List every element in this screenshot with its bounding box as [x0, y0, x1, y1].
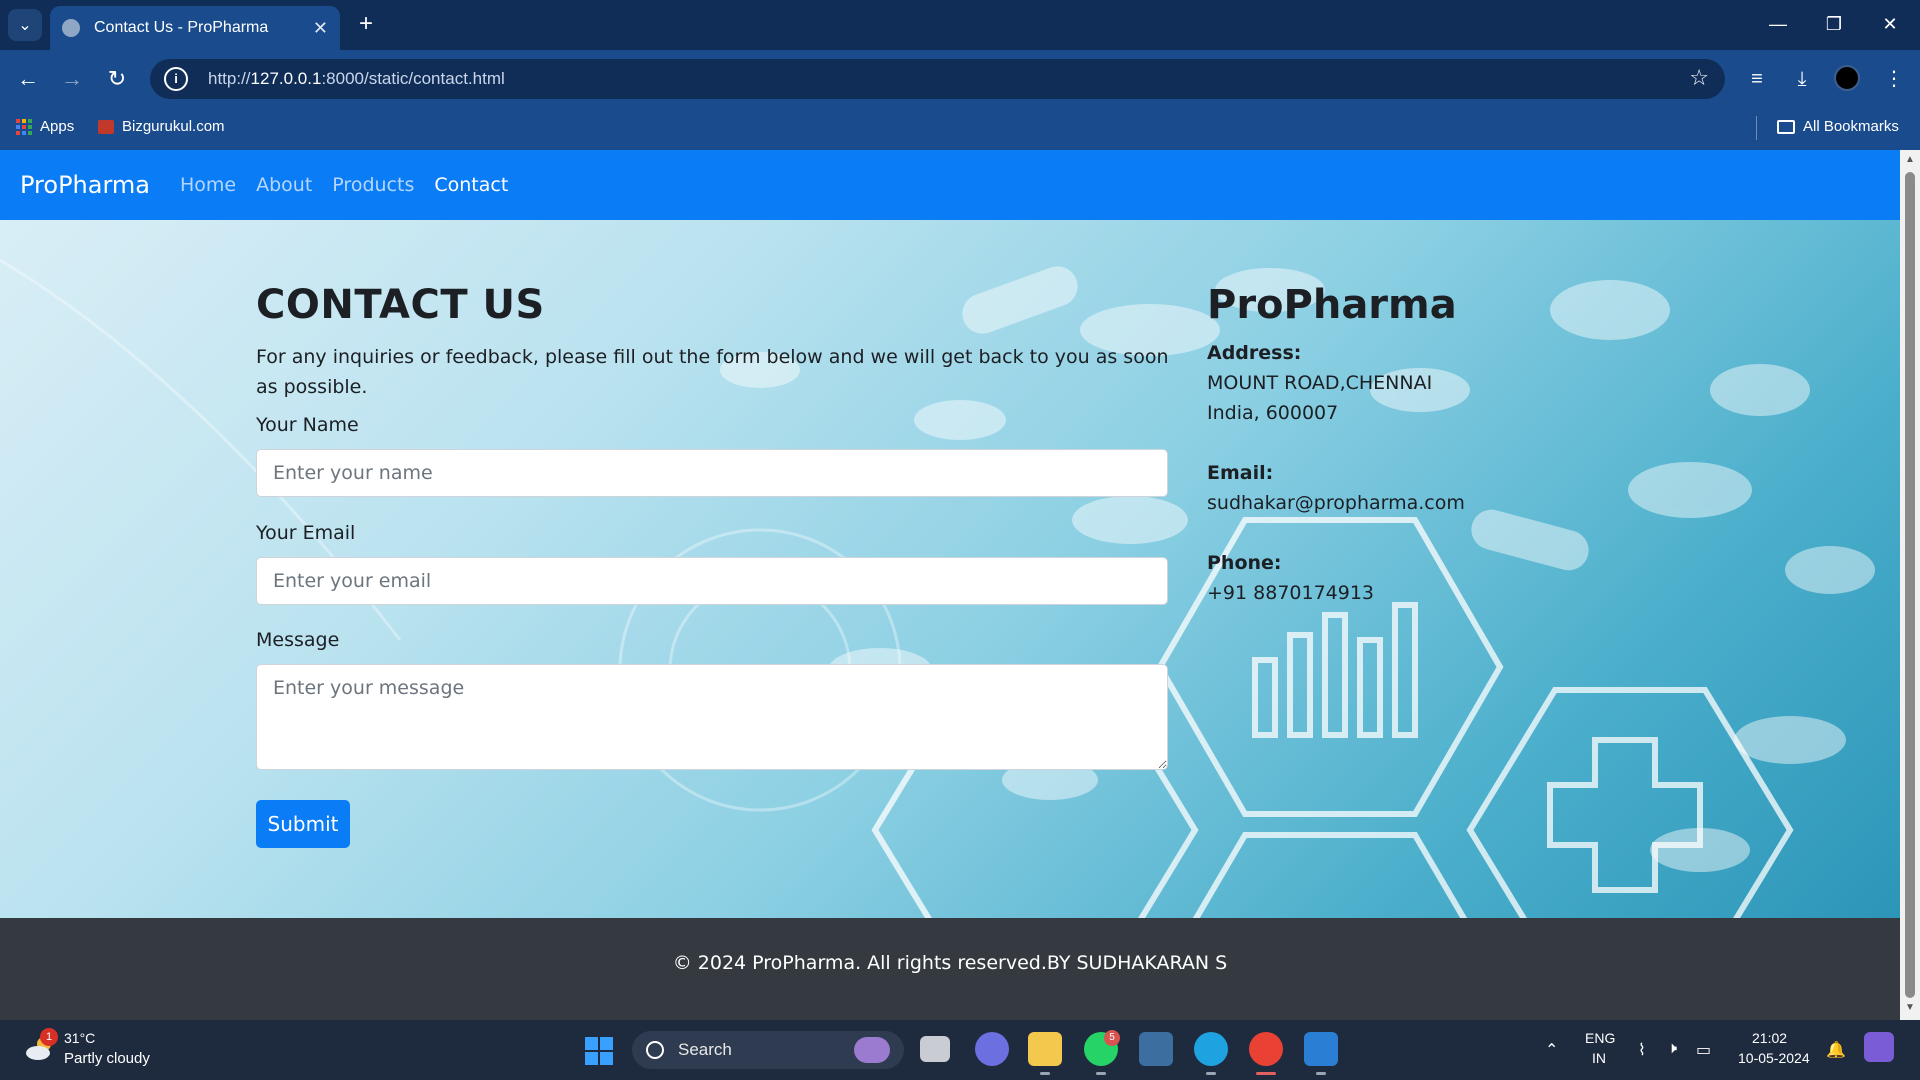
weather-notification-badge: 1 — [40, 1028, 58, 1046]
browser-tab-active[interactable]: Contact Us - ProPharma ✕ — [50, 6, 340, 50]
contact-section: CONTACT US For any inquiries or feedback… — [0, 220, 1900, 918]
vscode-running-indicator — [1316, 1072, 1326, 1075]
more-menu-icon[interactable]: ⋮ — [1878, 63, 1910, 95]
profile-avatar[interactable] — [1834, 65, 1860, 91]
search-icon — [646, 1041, 664, 1059]
phone-value: +91 8870174913 — [1207, 582, 1375, 604]
contact-intro: For any inquiries or feedback, please fi… — [256, 346, 1169, 398]
windows-taskbar: 1 31°C Partly cloudy Search 5 ⌃ ENG IN ⌇… — [0, 1020, 1920, 1080]
globe-icon — [62, 19, 80, 37]
bookmark-bizgurukul[interactable]: Bizgurukul.com — [98, 118, 225, 135]
search-label: Search — [678, 1040, 732, 1059]
chevron-down-icon: ⌄ — [18, 17, 32, 34]
submit-button[interactable]: Submit — [256, 800, 350, 848]
footer-text: © 2024 ProPharma. All rights reserved.BY… — [672, 952, 1228, 974]
window-close-icon[interactable]: ✕ — [1870, 8, 1910, 40]
nav-link-contact[interactable]: Contact — [434, 174, 508, 196]
battery-icon[interactable]: ▭ — [1696, 1040, 1711, 1060]
restore-icon[interactable]: ❐ — [1814, 8, 1854, 40]
whatsapp-running-indicator — [1096, 1072, 1106, 1075]
new-tab-button[interactable]: + — [352, 10, 380, 38]
name-input[interactable] — [256, 449, 1168, 497]
bizgurukul-favicon-icon — [98, 119, 114, 134]
message-label: Message — [256, 629, 340, 651]
search-highlight-icon — [854, 1037, 890, 1063]
volume-muted-icon[interactable]: 🕨 — [1667, 1040, 1677, 1058]
address-label: Address: — [1207, 342, 1302, 364]
site-info-icon[interactable]: i — [164, 67, 188, 91]
scroll-thumb[interactable] — [1905, 172, 1915, 998]
download-icon[interactable]: ⤓ — [1786, 63, 1818, 95]
navbar-brand[interactable]: ProPharma — [20, 171, 150, 199]
whatsapp-badge: 5 — [1104, 1030, 1120, 1046]
scroll-up-arrow-icon[interactable]: ▲ — [1904, 154, 1916, 168]
close-icon[interactable]: ✕ — [313, 18, 328, 39]
clock-time[interactable]: 21:02 — [1752, 1030, 1787, 1046]
windows-start-icon[interactable] — [585, 1037, 613, 1065]
name-label: Your Name — [256, 414, 359, 436]
sql-tool-icon[interactable] — [1139, 1032, 1173, 1066]
bookmark-star-icon[interactable]: ☆ — [1689, 65, 1709, 91]
minimize-icon[interactable]: — — [1758, 8, 1798, 40]
taskbar-search[interactable]: Search — [632, 1031, 904, 1069]
chrome-browser-icon[interactable] — [1249, 1032, 1283, 1066]
language-code[interactable]: ENG — [1585, 1030, 1615, 1046]
weather-temperature[interactable]: 31°C — [64, 1030, 95, 1046]
bookmark-apps[interactable]: Apps — [16, 118, 74, 135]
address-bar[interactable]: i http://127.0.0.1:8000/static/contact.h… — [150, 59, 1725, 99]
clock-date[interactable]: 10-05-2024 — [1738, 1050, 1810, 1066]
apps-grid-icon — [16, 118, 32, 135]
chevron-up-icon[interactable]: ⌃ — [1545, 1040, 1558, 1060]
email-label: Your Email — [256, 522, 356, 544]
company-name: ProPharma — [1207, 282, 1457, 328]
message-textarea[interactable] — [256, 664, 1168, 770]
file-explorer-running-indicator — [1040, 1072, 1050, 1075]
browser-tab-strip: ⌄ Contact Us - ProPharma ✕ + — ❐ ✕ — [0, 0, 1920, 50]
chrome-active-indicator — [1256, 1072, 1276, 1075]
page-title: CONTACT US — [256, 282, 545, 328]
reload-icon[interactable]: ↻ — [101, 63, 133, 95]
browser-toolbar: ← → ↻ i http://127.0.0.1:8000/static/con… — [0, 50, 1920, 108]
page-scrollbar[interactable]: ▲ ▼ — [1900, 150, 1920, 1020]
site-navbar: ProPharma Home About Products Contact — [0, 150, 1900, 220]
site-footer: © 2024 ProPharma. All rights reserved.BY… — [0, 918, 1900, 1020]
phone-label: Phone: — [1207, 552, 1282, 574]
nav-link-about[interactable]: About — [256, 174, 312, 196]
media-controls-icon[interactable]: ≡ — [1741, 63, 1773, 95]
task-view-icon[interactable] — [920, 1036, 950, 1062]
forward-arrow-icon[interactable]: → — [56, 63, 88, 95]
nav-link-products[interactable]: Products — [332, 174, 414, 196]
nav-link-home[interactable]: Home — [180, 174, 236, 196]
copilot-icon[interactable] — [1864, 1032, 1894, 1062]
edge-running-indicator — [1206, 1072, 1216, 1075]
email-info-label: Email: — [1207, 462, 1274, 484]
contact-content: CONTACT US For any inquiries or feedback… — [0, 220, 1900, 918]
email-input[interactable] — [256, 557, 1168, 605]
folder-icon — [1777, 119, 1795, 134]
tab-title: Contact Us - ProPharma — [94, 19, 269, 36]
file-explorer-icon[interactable] — [1028, 1032, 1062, 1066]
back-arrow-icon[interactable]: ← — [12, 63, 44, 95]
url-text[interactable]: http://127.0.0.1:8000/static/contact.htm… — [208, 69, 505, 89]
edge-browser-icon[interactable] — [1194, 1032, 1228, 1066]
address-line-2: India, 600007 — [1207, 402, 1339, 424]
weather-description[interactable]: Partly cloudy — [64, 1050, 150, 1067]
bookmarks-bar: Apps Bizgurukul.com All Bookmarks — [0, 108, 1920, 150]
notification-bell-icon[interactable]: 🔔 — [1826, 1040, 1846, 1060]
scroll-down-arrow-icon[interactable]: ▼ — [1904, 1002, 1916, 1016]
vscode-icon[interactable] — [1304, 1032, 1338, 1066]
all-bookmarks-button[interactable]: All Bookmarks — [1777, 118, 1899, 135]
address-line-1: MOUNT ROAD,CHENNAI — [1207, 372, 1433, 394]
bookmarks-divider — [1756, 116, 1757, 140]
wifi-icon[interactable]: ⌇ — [1638, 1040, 1646, 1060]
teams-chat-icon[interactable] — [975, 1032, 1009, 1066]
email-info-value: sudhakar@propharma.com — [1207, 492, 1465, 514]
language-region[interactable]: IN — [1592, 1050, 1606, 1066]
page-viewport: ProPharma Home About Products Contact CO… — [0, 150, 1900, 1020]
tab-search-button[interactable]: ⌄ — [8, 9, 42, 41]
